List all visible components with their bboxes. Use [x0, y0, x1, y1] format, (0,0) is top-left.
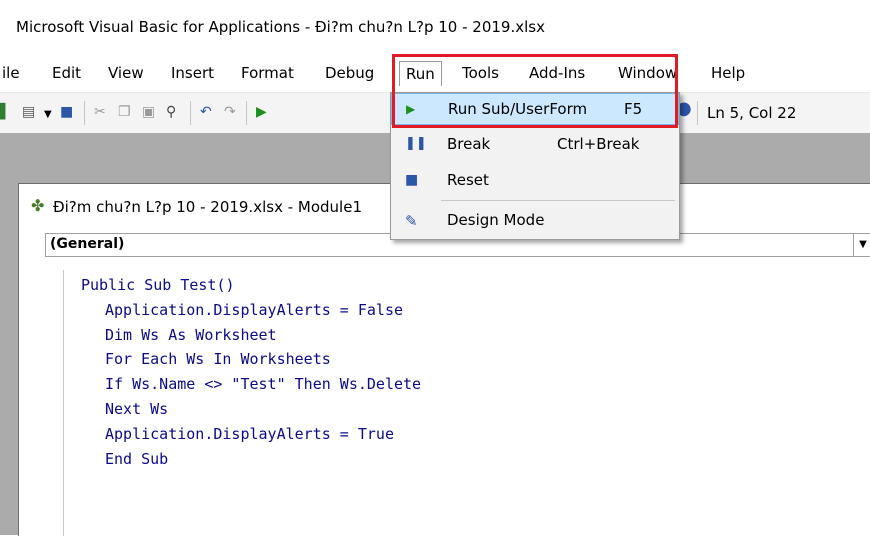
code-line[interactable]: If Ws.Name <> "Test" Then Ws.Delete [105, 375, 421, 393]
menu-separator [441, 200, 675, 201]
code-line[interactable]: Dim Ws As Worksheet [105, 326, 277, 344]
design-mode-icon: ✎ [405, 212, 418, 230]
chevron-down-icon[interactable]: ▼ [44, 106, 52, 124]
menu-item-break[interactable]: ❚❚ Break Ctrl+Break [391, 129, 679, 161]
menu-help[interactable]: Help [711, 64, 745, 82]
run-icon[interactable]: ▶ [256, 103, 267, 121]
menu-item-label: Break [447, 135, 491, 153]
code-line[interactable]: End Sub [105, 450, 168, 468]
vba-module-icon: ✤ [31, 196, 45, 215]
code-line[interactable]: Application.DisplayAlerts = True [105, 425, 394, 443]
code-window-title: Đi?m chu?n L?p 10 - 2019.xlsx - Module1 [53, 198, 362, 216]
menu-item-design-mode[interactable]: ✎ Design Mode [391, 205, 679, 237]
menu-item-reset[interactable]: ■ Reset [391, 165, 679, 197]
code-line[interactable]: Application.DisplayAlerts = False [105, 301, 403, 319]
title-bar: Microsoft Visual Basic for Applications … [0, 0, 870, 57]
menu-format[interactable]: Format [241, 64, 294, 82]
chevron-down-icon[interactable]: ▼ [853, 234, 870, 256]
paste-icon[interactable]: ▣ [142, 103, 155, 121]
pause-icon: ❚❚ [405, 136, 427, 151]
menu-file[interactable]: ile [2, 64, 20, 82]
toolbar-separator [697, 101, 698, 125]
menu-item-label: Design Mode [447, 211, 545, 229]
menu-edit[interactable]: Edit [52, 64, 81, 82]
toolbar-separator [246, 101, 247, 125]
object-combobox-value: (General) [50, 236, 125, 252]
menu-debug[interactable]: Debug [325, 64, 374, 82]
menu-insert[interactable]: Insert [171, 64, 214, 82]
code-line[interactable]: Public Sub Test() [81, 276, 235, 294]
stop-icon: ■ [405, 172, 419, 188]
menu-item-label: Reset [447, 171, 489, 189]
save-icon[interactable]: ■ [60, 103, 73, 121]
window-title: Microsoft Visual Basic for Applications … [16, 18, 545, 36]
margin-indicator-bar [39, 270, 64, 536]
copy-icon[interactable]: ❐ [118, 103, 131, 121]
menu-item-shortcut: Ctrl+Break [557, 135, 640, 153]
cut-icon[interactable]: ✂ [94, 103, 106, 121]
insert-userform-icon[interactable]: ▤ [22, 103, 35, 121]
undo-icon[interactable]: ↶ [200, 103, 212, 121]
code-editor[interactable]: Public Sub Test() Application.DisplayAle… [29, 270, 870, 536]
highlight-box [392, 54, 678, 128]
menu-view[interactable]: View [108, 64, 144, 82]
find-icon[interactable]: ⚲ [166, 103, 176, 121]
code-line[interactable]: Next Ws [105, 400, 168, 418]
excel-icon[interactable]: ▌ [0, 103, 11, 121]
toolbar-separator [84, 101, 85, 125]
code-line[interactable]: For Each Ws In Worksheets [105, 350, 331, 368]
toolbar-separator [190, 101, 191, 125]
cursor-position: Ln 5, Col 22 [707, 104, 797, 122]
redo-icon[interactable]: ↷ [224, 103, 236, 121]
